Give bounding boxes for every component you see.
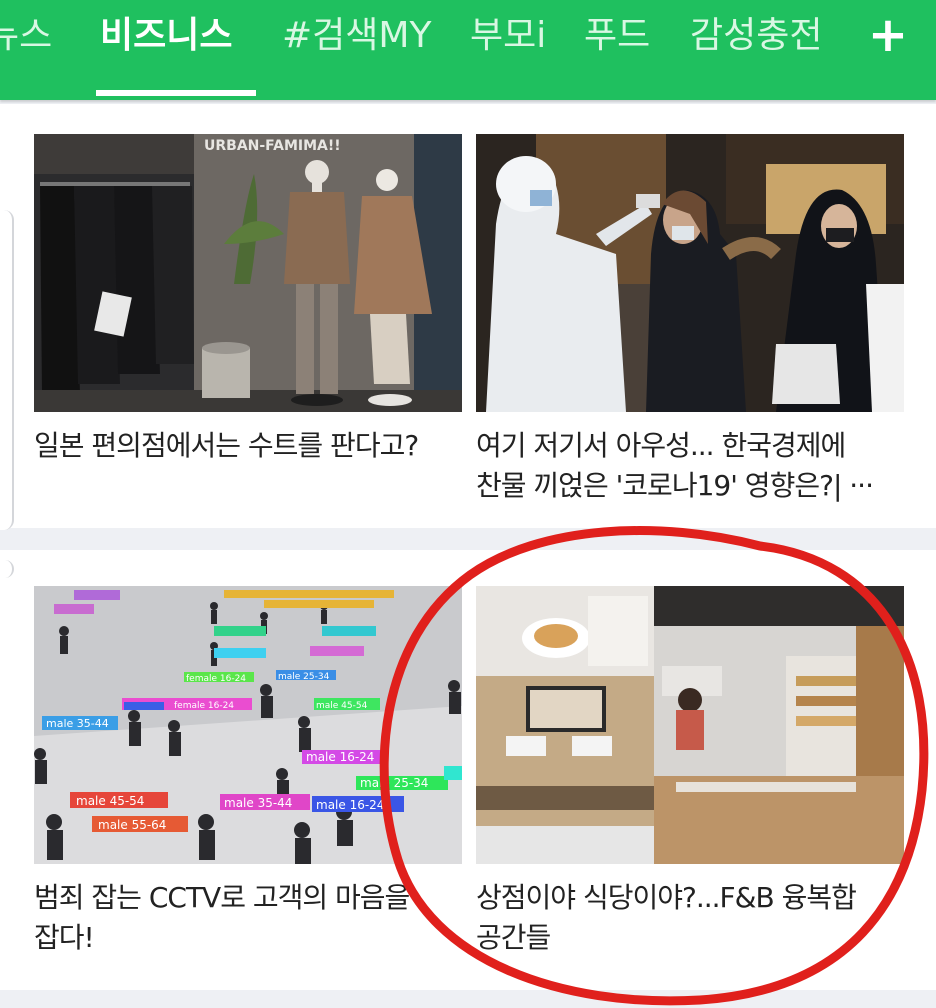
card-row-1: URBAN-FAMIMA!! 일본 편의점에서는 수트를 판다고? 여기 저기서… [0, 104, 936, 528]
card-caption[interactable]: 여기 저기서 아우성... 한국경제에 찬물 끼얹은 '코로나19' 영향은?|… [476, 426, 916, 506]
edge-panel-handle[interactable] [0, 210, 14, 530]
active-tab-indicator [96, 90, 256, 96]
tab-food[interactable]: 푸드 [584, 14, 650, 58]
fnb-store-thumbnail[interactable] [476, 586, 904, 864]
card-caption[interactable]: 일본 편의점에서는 수트를 판다고? [34, 426, 464, 466]
card-caption-line: 여기 저기서 아우성... 한국경제에 [476, 429, 846, 462]
tab-business[interactable]: 비즈니스 [100, 14, 232, 58]
card-caption-line: 잡다! [34, 921, 95, 954]
store-sign-text: URBAN-FAMIMA!! [204, 138, 341, 154]
cctv-tag: female 16-24 [174, 701, 234, 711]
cctv-tag: male 45-54 [76, 794, 144, 808]
card-caption-line: 찬물 끼얹은 '코로나19' 영향은?| ··· [476, 469, 874, 502]
card-row-2: male 45-54 male 55-64 male 35-44 male 16… [0, 550, 936, 990]
cctv-tag: female 16-24 [186, 674, 246, 684]
tab-emotional-recharge[interactable]: 감성충전 [690, 14, 822, 58]
suit-store-thumbnail[interactable]: URBAN-FAMIMA!! [34, 134, 462, 412]
add-tab-button[interactable]: + [866, 10, 910, 60]
cctv-tag: male 55-64 [98, 818, 166, 832]
card-caption-text: 일본 편의점에서는 수트를 판다고? [34, 429, 419, 462]
card-caption-line: 범죄 잡는 CCTV로 고객의 마음을 [34, 881, 410, 914]
card-caption[interactable]: 상점이야 식당이야?...F&B 융복합 공간들 [476, 878, 916, 958]
cctv-tag: male 35-44 [224, 796, 292, 810]
card-caption-line: 공간들 [476, 921, 551, 954]
card-caption[interactable]: 범죄 잡는 CCTV로 고객의 마음을 잡다! [34, 878, 474, 958]
cctv-tag: male 45-54 [316, 701, 368, 711]
cctv-tag: male 25-34 [278, 672, 330, 682]
cctv-tag: male 16-24 [306, 750, 374, 764]
cctv-tag: male 25-34 [360, 776, 428, 790]
temperature-check-thumbnail[interactable] [476, 134, 904, 412]
tab-search-my[interactable]: #검색MY [282, 14, 431, 58]
cctv-tag: male 35-44 [46, 717, 109, 730]
category-tab-bar: 뉴스 비즈니스 #검색MY 부모i 푸드 감성충전 + [0, 0, 936, 100]
cctv-crowd-thumbnail[interactable]: male 45-54 male 55-64 male 35-44 male 16… [34, 586, 462, 864]
tab-parenting[interactable]: 부모i [470, 14, 546, 58]
cctv-tag: male 16-24 [316, 798, 384, 812]
tab-news[interactable]: 뉴스 [0, 14, 52, 58]
card-caption-line: 상점이야 식당이야?...F&B 융복합 [476, 881, 857, 914]
